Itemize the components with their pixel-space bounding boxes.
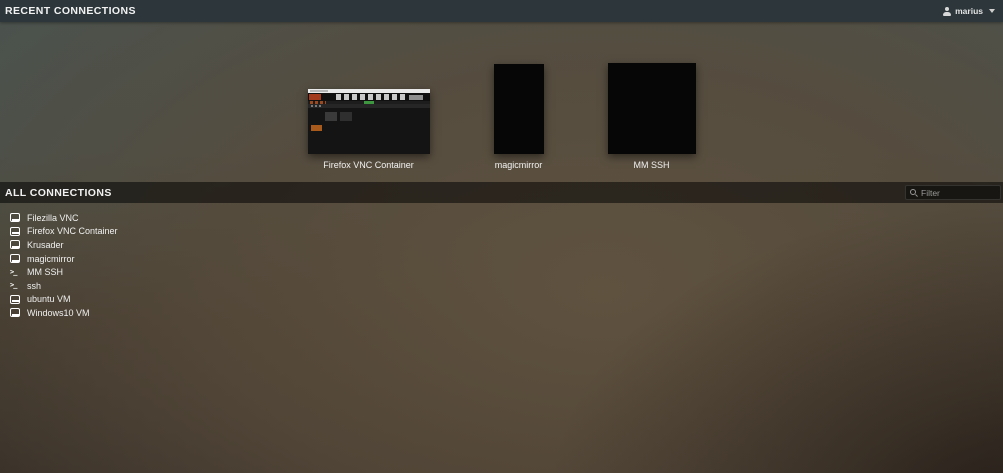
recent-connection-label: MM SSH <box>634 160 670 170</box>
filter-box[interactable] <box>905 185 1001 200</box>
recent-connection[interactable]: magicmirror <box>494 64 544 170</box>
user-icon <box>942 7 951 16</box>
search-icon <box>909 188 918 197</box>
recent-connection-label: Firefox VNC Container <box>323 160 414 170</box>
connection-list-item[interactable]: ssh <box>0 279 1003 293</box>
guacamole-home: RECENT CONNECTIONS marius Firefox VNC Co… <box>0 0 1003 320</box>
monitor-icon <box>10 254 20 263</box>
connection-name: ssh <box>27 281 41 291</box>
connection-name: Firefox VNC Container <box>27 226 118 236</box>
connection-list-item[interactable]: Windows10 VM <box>0 306 1003 320</box>
monitor-icon <box>10 227 20 236</box>
connection-name: magicmirror <box>27 254 75 264</box>
chevron-down-icon <box>989 9 995 13</box>
black-thumbnail <box>494 64 544 154</box>
connection-list-item[interactable]: magicmirror <box>0 252 1003 266</box>
recent-connection[interactable]: MM SSH <box>608 63 696 170</box>
connection-list-item[interactable]: Filezilla VNC <box>0 211 1003 225</box>
monitor-icon <box>10 240 20 249</box>
recent-connections-heading: RECENT CONNECTIONS <box>5 5 136 17</box>
recent-connections-section: Firefox VNC Container magicmirror MM SSH <box>0 22 1003 182</box>
monitor-icon <box>10 213 20 222</box>
recent-connections-row: Firefox VNC Container magicmirror MM SSH <box>0 22 1003 170</box>
connection-name: ubuntu VM <box>27 294 71 304</box>
recent-connection-label: magicmirror <box>495 160 543 170</box>
connection-list-item[interactable]: Krusader <box>0 238 1003 252</box>
connection-name: Filezilla VNC <box>27 213 79 223</box>
all-connections-heading: ALL CONNECTIONS <box>5 187 112 199</box>
monitor-icon <box>10 295 20 304</box>
all-connections-bar: ALL CONNECTIONS <box>0 182 1003 203</box>
recent-connection[interactable]: Firefox VNC Container <box>308 89 430 170</box>
connection-list-item[interactable]: MM SSH <box>0 265 1003 279</box>
connection-name: Windows10 VM <box>27 308 90 318</box>
monitor-icon <box>10 308 20 317</box>
firefox-screenshot-thumbnail <box>308 89 430 154</box>
connection-list-item[interactable]: ubuntu VM <box>0 293 1003 307</box>
connection-list-item[interactable]: Firefox VNC Container <box>0 225 1003 239</box>
top-bar: RECENT CONNECTIONS marius <box>0 0 1003 22</box>
username: marius <box>955 6 983 16</box>
connection-name: Krusader <box>27 240 64 250</box>
terminal-icon <box>10 268 20 277</box>
connection-list: Filezilla VNC Firefox VNC Container Krusad… <box>0 203 1003 320</box>
black-thumbnail <box>608 63 696 154</box>
user-menu[interactable]: marius <box>942 6 995 16</box>
connection-name: MM SSH <box>27 267 63 277</box>
screenshot-thumbnail <box>308 89 430 154</box>
filter-input[interactable] <box>921 188 997 198</box>
terminal-icon <box>10 281 20 290</box>
